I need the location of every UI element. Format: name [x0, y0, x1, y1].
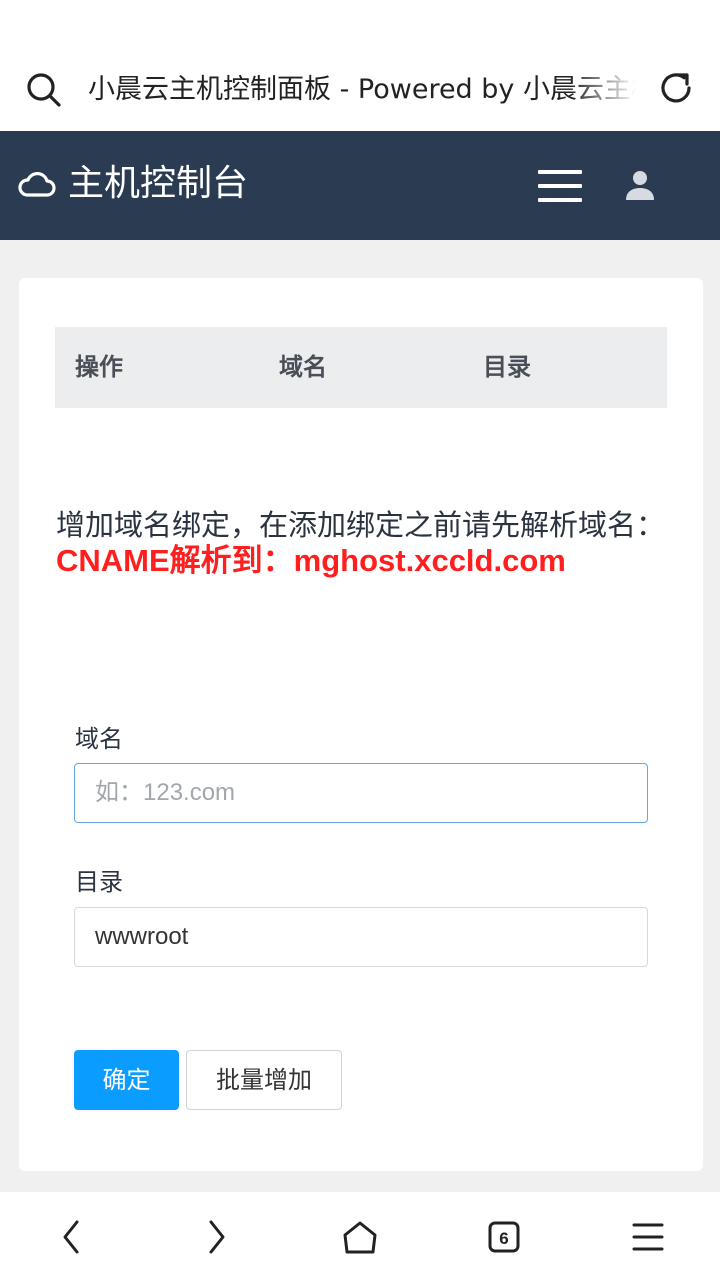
chevron-right-icon[interactable]	[192, 1214, 240, 1262]
browser-page-title[interactable]: 小晨云主机控制面板 - Powered by 小晨云主机	[88, 70, 636, 110]
notice-cname: CNAME解析到：mghost.xccld.com	[56, 543, 566, 578]
directory-label: 目录	[75, 868, 123, 896]
hamburger-menu-icon[interactable]	[536, 166, 584, 206]
directory-input[interactable]	[74, 907, 648, 967]
column-header-domain: 域名	[279, 353, 327, 381]
table-header: 操作 域名 目录	[55, 327, 667, 408]
user-icon[interactable]	[620, 166, 660, 206]
tab-count: 6	[499, 1229, 508, 1248]
tabs-icon[interactable]: 6	[480, 1214, 528, 1262]
notice-text: 增加域名绑定，在添加绑定之前请先解析域名：	[56, 508, 666, 542]
confirm-button[interactable]: 确定	[74, 1050, 179, 1110]
reload-icon[interactable]	[656, 68, 696, 108]
chevron-left-icon[interactable]	[48, 1214, 96, 1262]
column-header-directory: 目录	[483, 353, 531, 381]
menu-icon[interactable]	[624, 1214, 672, 1262]
column-header-action: 操作	[75, 353, 123, 381]
cloud-icon	[18, 168, 56, 200]
batch-add-button[interactable]: 批量增加	[186, 1050, 342, 1110]
domain-label: 域名	[75, 725, 123, 753]
home-icon[interactable]	[336, 1214, 384, 1262]
browser-address-bar	[0, 0, 720, 131]
binding-notice: 增加域名绑定，在添加绑定之前请先解析域名：CNAME解析到：mghost.xcc…	[56, 508, 676, 579]
search-icon[interactable]	[24, 70, 64, 110]
domain-input[interactable]	[74, 763, 648, 823]
main-card: 操作 域名 目录 增加域名绑定，在添加绑定之前请先解析域名：CNAME解析到：m…	[19, 278, 703, 1171]
page-title: 主机控制台	[68, 163, 249, 204]
